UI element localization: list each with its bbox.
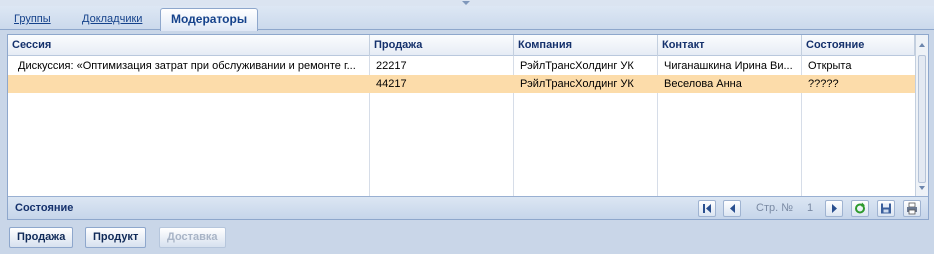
save-button[interactable] xyxy=(877,200,895,217)
refresh-button[interactable] xyxy=(851,200,869,217)
first-page-icon xyxy=(703,204,711,213)
cell-sale: 22217 xyxy=(376,60,407,72)
cell-session xyxy=(12,75,368,93)
first-page-button[interactable] xyxy=(698,200,716,217)
cell-sale: 44217 xyxy=(376,78,407,90)
column-header-status[interactable]: Состояние xyxy=(802,35,915,56)
tab-moderators[interactable]: Модераторы xyxy=(160,8,259,31)
save-icon xyxy=(881,203,891,214)
table-row[interactable]: Дискуссия: «Оптимизация затрат при обслу… xyxy=(8,57,915,75)
column-header-contact[interactable]: Контакт xyxy=(658,35,802,56)
scroll-down-icon[interactable] xyxy=(919,186,925,190)
page-label: Стр. № xyxy=(756,202,794,214)
next-page-icon xyxy=(832,204,837,213)
cell-company: РэйлТрансХолдинг УК xyxy=(520,78,634,90)
cell-contact: Веселова Анна xyxy=(664,78,742,90)
cell-status: Открыта xyxy=(808,60,852,72)
tab-speakers[interactable]: Докладчики xyxy=(74,10,150,30)
column-header-company[interactable]: Компания xyxy=(514,35,658,56)
product-button[interactable]: Продукт xyxy=(85,227,147,248)
delivery-button[interactable]: Доставка xyxy=(159,227,226,248)
scroll-up-icon[interactable] xyxy=(919,43,925,47)
collapse-arrow-icon[interactable] xyxy=(462,1,470,5)
prev-page-button[interactable] xyxy=(723,200,741,217)
tab-strip: Группы Докладчики Модераторы xyxy=(0,6,934,31)
next-page-button[interactable] xyxy=(825,200,843,217)
refresh-icon xyxy=(855,202,865,214)
scroll-thumb[interactable] xyxy=(918,55,926,183)
table-row-selected[interactable]: 44217 РэйлТрансХолдинг УК Веселова Анна … xyxy=(8,75,915,93)
column-header-session[interactable]: Сессия xyxy=(8,35,370,56)
page-number[interactable]: 1 xyxy=(807,197,813,220)
print-button[interactable] xyxy=(903,200,921,217)
moderators-grid: Сессия Продажа Компания Контакт Состояни… xyxy=(7,34,929,220)
footer-status-label: Состояние xyxy=(15,202,74,214)
column-header-sale[interactable]: Продажа xyxy=(370,35,514,56)
cell-session: Дискуссия: «Оптимизация затрат при обслу… xyxy=(18,60,356,72)
grid-footer: Состояние Стр. № 1 xyxy=(8,196,928,219)
sale-button[interactable]: Продажа xyxy=(9,227,74,248)
cell-company: РэйлТрансХолдинг УК xyxy=(520,60,634,72)
vertical-scrollbar[interactable] xyxy=(915,35,928,196)
cell-status: ????? xyxy=(808,78,839,90)
prev-page-icon xyxy=(730,204,735,213)
grid-header: Сессия Продажа Компания Контакт Состояни… xyxy=(8,35,928,56)
print-icon xyxy=(907,202,917,215)
cell-contact: Чиганашкина Ирина Ви... xyxy=(664,60,793,72)
tab-groups[interactable]: Группы xyxy=(6,10,59,30)
